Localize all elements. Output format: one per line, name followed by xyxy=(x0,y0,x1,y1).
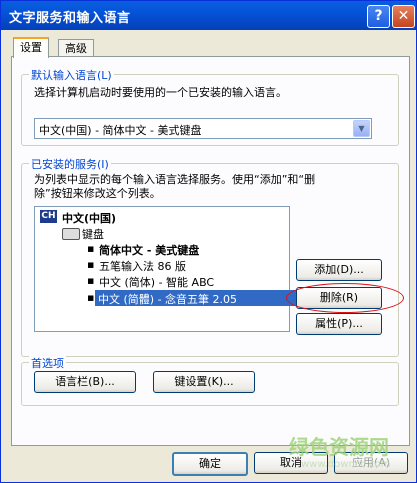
bullet-icon: ▪ xyxy=(87,258,95,271)
tab-advanced[interactable]: 高级 xyxy=(58,39,94,57)
list-item[interactable]: 简体中文 - 美式键盘 xyxy=(99,242,199,258)
language-badge-icon: CH xyxy=(40,210,57,223)
help-button[interactable]: ? xyxy=(367,5,390,28)
chevron-down-icon[interactable]: ▼ xyxy=(353,120,370,137)
bullet-icon: ▪ xyxy=(87,291,95,304)
title-bar[interactable]: 文字服务和输入语言 ? ✕ xyxy=(1,1,416,30)
close-button[interactable]: ✕ xyxy=(392,5,415,28)
default-language-select[interactable]: 中文(中国) - 简体中文 - 美式键盘 ▼ xyxy=(34,118,372,139)
tab-settings[interactable]: 设置 xyxy=(13,37,49,58)
bullet-icon: ▪ xyxy=(87,274,95,287)
default-language-label: 默认输入语言(L) xyxy=(29,67,114,83)
properties-button[interactable]: 属性(P)... xyxy=(296,313,382,335)
watermark-url: www.downcc.com xyxy=(301,459,391,470)
keyboard-icon xyxy=(62,228,80,240)
list-item[interactable]: 中文 (简体) - 智能 ABC xyxy=(99,274,214,290)
default-language-value: 中文(中国) - 简体中文 - 美式键盘 xyxy=(39,124,202,137)
installed-services-description-2: 除”按钮来修改这个列表。 xyxy=(34,187,161,200)
dialog-window: 文字服务和输入语言 ? ✕ 设置 高级 默认输入语言(L) 选择计算机启动时要使… xyxy=(0,0,417,483)
category-keyboard[interactable]: 键盘 xyxy=(82,226,104,242)
language-name[interactable]: 中文(中国) xyxy=(62,210,116,226)
key-settings-button[interactable]: 键设置(K)... xyxy=(153,371,255,393)
ok-button[interactable]: 确定 xyxy=(172,452,248,476)
list-item-selected[interactable]: 中文 (简體) - 念音五筆 2.05 xyxy=(95,290,299,306)
list-item[interactable]: 五笔输入法 86 版 xyxy=(99,258,186,274)
list-item-label: 中文 (简體) - 念音五筆 2.05 xyxy=(98,293,238,306)
remove-button[interactable]: 删除(R) xyxy=(296,287,382,309)
bullet-icon: ▪ xyxy=(87,242,95,255)
window-title: 文字服务和输入语言 xyxy=(9,11,131,26)
services-list[interactable]: CH 中文(中国) 键盘 ▪ 简体中文 - 美式键盘 ▪ 五笔输入法 86 版 … xyxy=(34,206,299,332)
default-language-description: 选择计算机启动时要使用的一个已安装的输入语言。 xyxy=(34,86,287,99)
language-bar-button[interactable]: 语言栏(B)... xyxy=(34,371,136,393)
watermark-logo: 绿色资源网 xyxy=(289,435,389,459)
installed-services-label: 已安装的服务(I) xyxy=(29,156,111,172)
add-button[interactable]: 添加(D)... xyxy=(296,259,382,281)
preferences-label: 首选项 xyxy=(29,355,66,371)
